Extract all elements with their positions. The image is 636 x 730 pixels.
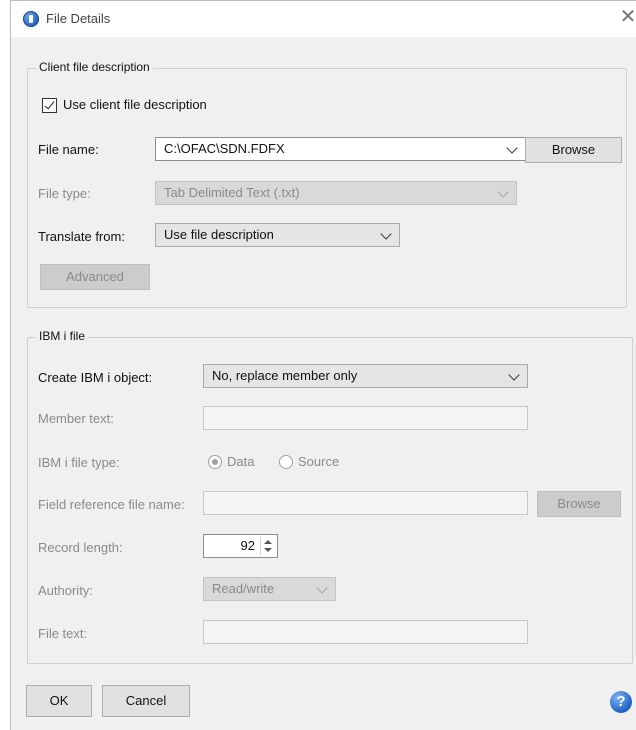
data-radio[interactable] xyxy=(208,455,222,469)
chevron-down-icon[interactable] xyxy=(508,369,520,381)
chevron-down-icon[interactable] xyxy=(497,186,509,198)
ibm-file-type-label: IBM i file type: xyxy=(38,455,120,470)
spinner-down-icon[interactable] xyxy=(264,548,272,552)
window-title: File Details xyxy=(46,11,111,26)
translate-from-combobox[interactable]: Use file description xyxy=(155,223,400,247)
file-type-combobox[interactable]: Tab Delimited Text (.txt) xyxy=(155,181,517,205)
translate-from-value: Use file description xyxy=(164,227,274,242)
advanced-button[interactable]: Advanced xyxy=(40,264,150,290)
record-length-label: Record length: xyxy=(38,540,123,555)
authority-value: Read/write xyxy=(212,581,275,596)
create-ibm-object-label: Create IBM i object: xyxy=(38,370,153,385)
close-icon[interactable]: ✕ xyxy=(618,7,636,27)
spinner-up-icon[interactable] xyxy=(264,540,272,544)
source-radio-label[interactable]: Source xyxy=(298,454,339,469)
file-details-dialog: File Details ✕ Client file description U… xyxy=(10,0,636,730)
file-type-value: Tab Delimited Text (.txt) xyxy=(164,185,300,200)
use-client-file-description-checkbox[interactable] xyxy=(42,98,57,113)
file-type-label: File type: xyxy=(38,186,91,201)
file-name-value: C:\OFAC\SDN.FDFX xyxy=(164,141,285,156)
record-length-spinner[interactable]: 92 xyxy=(203,534,278,558)
cancel-button[interactable]: Cancel xyxy=(102,685,190,717)
authority-label: Authority: xyxy=(38,583,93,598)
client-browse-button[interactable]: Browse xyxy=(525,137,622,163)
chevron-down-icon[interactable] xyxy=(316,582,328,594)
use-client-file-description-label[interactable]: Use client file description xyxy=(63,97,207,112)
field-reference-browse-button[interactable]: Browse xyxy=(537,491,621,517)
create-ibm-object-combobox[interactable]: No, replace member only xyxy=(203,364,528,388)
title-bar: File Details ✕ xyxy=(11,1,636,37)
file-name-combobox[interactable]: C:\OFAC\SDN.FDFX xyxy=(155,137,526,161)
help-icon[interactable]: ? xyxy=(610,691,632,713)
create-ibm-object-value: No, replace member only xyxy=(212,368,358,383)
client-group-legend: Client file description xyxy=(36,60,153,74)
file-text-field[interactable] xyxy=(203,620,528,644)
ibm-group-legend: IBM i file xyxy=(36,329,89,343)
translate-from-label: Translate from: xyxy=(38,229,125,244)
file-name-label: File name: xyxy=(38,142,99,157)
field-reference-label: Field reference file name: xyxy=(38,497,185,512)
authority-combobox[interactable]: Read/write xyxy=(203,577,336,601)
file-text-label: File text: xyxy=(38,626,88,641)
app-icon xyxy=(23,11,39,27)
field-reference-field[interactable] xyxy=(203,491,528,515)
chevron-down-icon[interactable] xyxy=(380,228,392,240)
member-text-field[interactable] xyxy=(203,406,528,430)
spinner-buttons[interactable] xyxy=(260,537,275,555)
record-length-value: 92 xyxy=(240,538,255,553)
member-text-label: Member text: xyxy=(38,411,114,426)
ok-button[interactable]: OK xyxy=(26,685,92,717)
source-radio[interactable] xyxy=(279,455,293,469)
chevron-down-icon[interactable] xyxy=(506,142,518,154)
data-radio-label[interactable]: Data xyxy=(227,454,254,469)
